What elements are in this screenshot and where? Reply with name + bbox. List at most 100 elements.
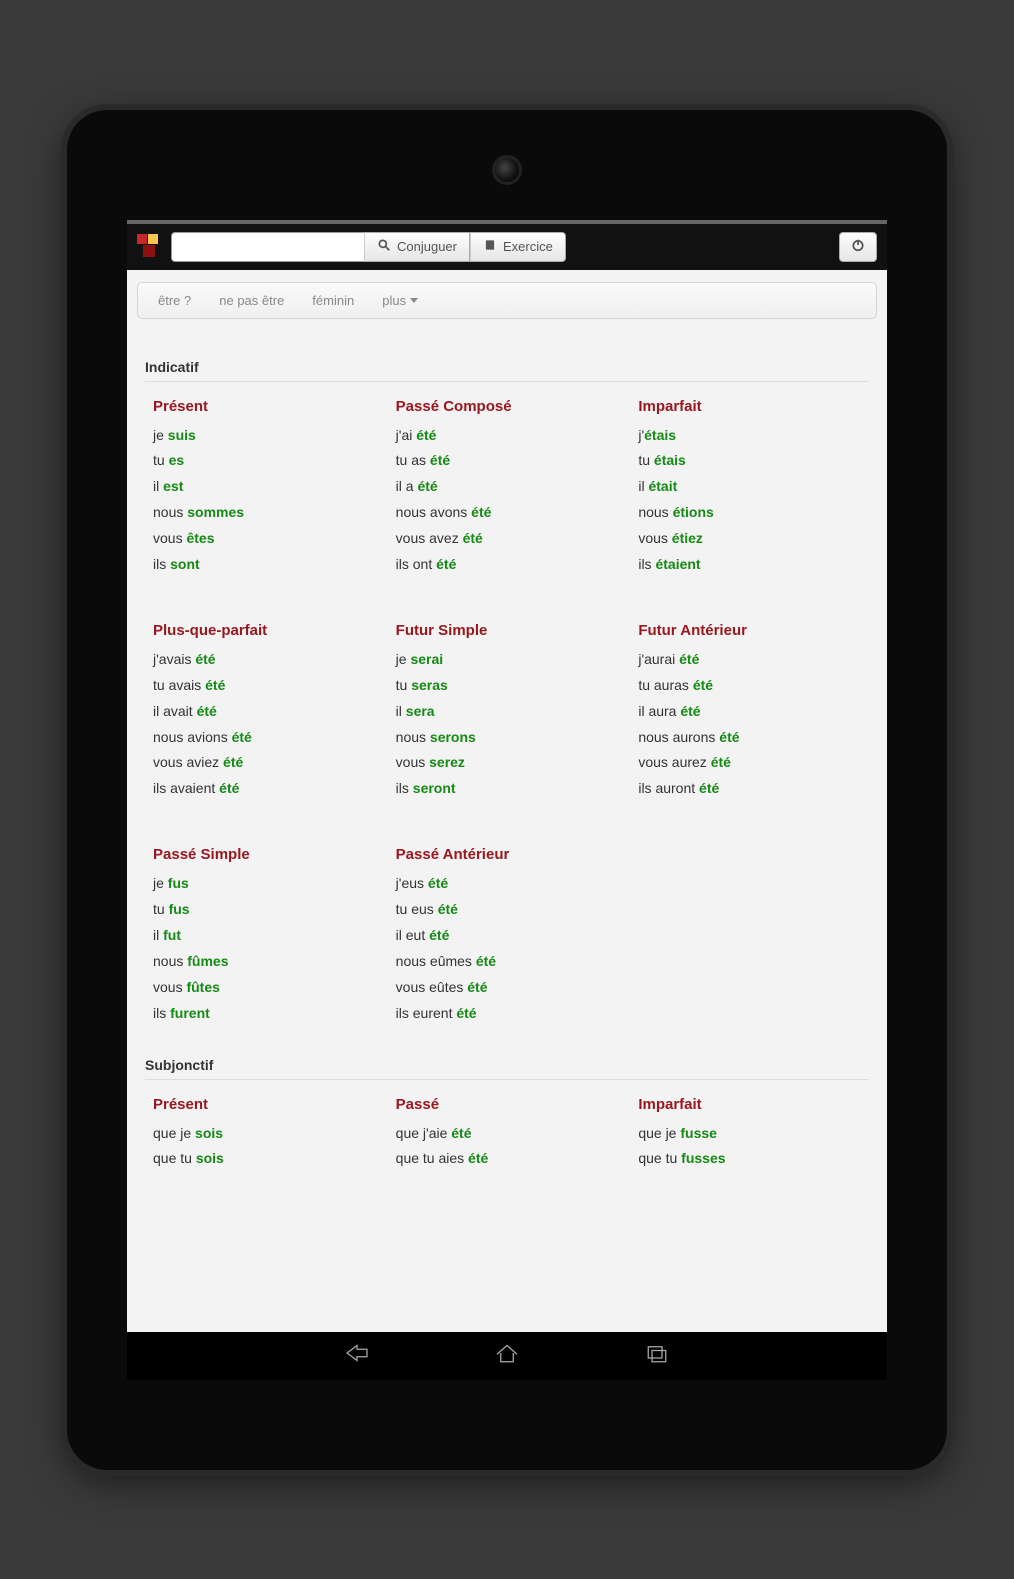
conjugation-line: tu étais — [638, 448, 861, 474]
conjugation-line: ils avaient été — [153, 776, 376, 802]
conjugation-line: tu auras été — [638, 673, 861, 699]
conjugation-line: vous êtes — [153, 526, 376, 552]
tense-block: Passé Simpleje fustu fusil futnous fûmes… — [153, 846, 376, 1026]
pronoun-aux: il — [396, 703, 406, 719]
verb-form: fus — [168, 875, 189, 891]
verb-form: seront — [413, 780, 456, 796]
conjugation-line: que tu fusses — [638, 1146, 861, 1172]
toolbar-item-0[interactable]: être ? — [144, 283, 205, 318]
verb-form: été — [436, 556, 456, 572]
conjugation-line: ils auront été — [638, 776, 861, 802]
android-navbar — [127, 1332, 887, 1380]
pronoun-aux: que tu aies — [396, 1150, 468, 1166]
verb-form: sera — [406, 703, 435, 719]
mood-heading: Subjonctif — [145, 1027, 869, 1080]
toolbar-item-label: plus — [382, 293, 406, 308]
conjugation-line: tu es — [153, 448, 376, 474]
conjugation-line: vous aurez été — [638, 750, 861, 776]
pronoun-aux: vous aviez — [153, 754, 223, 770]
exercise-button[interactable]: Exercice — [470, 232, 566, 262]
verb-form: été — [428, 875, 448, 891]
pronoun-aux: vous aurez — [638, 754, 710, 770]
conjugation-line: je suis — [153, 423, 376, 449]
back-icon — [342, 1338, 372, 1373]
pronoun-aux: vous avez — [396, 530, 463, 546]
search-input[interactable] — [171, 232, 364, 262]
conjugation-line: j'eus été — [396, 871, 619, 897]
verb-form: été — [680, 703, 700, 719]
conjugation-line: il est — [153, 474, 376, 500]
toolbar-item-2[interactable]: féminin — [298, 283, 368, 318]
conjugation-line: tu fus — [153, 897, 376, 923]
chevron-down-icon — [410, 298, 418, 303]
toolbar-item-3[interactable]: plus — [368, 283, 432, 318]
pronoun-aux: j'aurai — [638, 651, 679, 667]
pronoun-aux: vous — [638, 530, 671, 546]
conjugate-button[interactable]: Conjuguer — [364, 232, 470, 262]
conjugation-line: j'aurai été — [638, 647, 861, 673]
tense-title: Plus-que-parfait — [153, 622, 376, 639]
tense-title: Futur Antérieur — [638, 622, 861, 639]
conjugation-line: nous serons — [396, 725, 619, 751]
conjugation-line: j'ai été — [396, 423, 619, 449]
verb-form: été — [219, 780, 239, 796]
screen: Conjuguer Exercice être ?ne p — [127, 220, 887, 1380]
power-button[interactable] — [839, 232, 877, 262]
tablet-frame: Conjuguer Exercice être ?ne p — [67, 110, 947, 1470]
toolbar-item-label: féminin — [312, 293, 354, 308]
pronoun-aux: nous — [153, 953, 187, 969]
tense-title: Passé Antérieur — [396, 846, 619, 863]
pronoun-aux: tu — [396, 677, 412, 693]
verb-form: es — [169, 452, 185, 468]
home-icon — [492, 1338, 522, 1373]
conjugation-line: ils ont été — [396, 552, 619, 578]
verb-form: été — [476, 953, 496, 969]
conjugation-line: que je fusse — [638, 1121, 861, 1147]
tense-block: Présentque je soisque tu sois — [153, 1096, 376, 1173]
verb-form: serez — [429, 754, 465, 770]
conjugation-line: j'avais été — [153, 647, 376, 673]
conjugation-line: que je sois — [153, 1121, 376, 1147]
pronoun-aux: que je — [153, 1125, 195, 1141]
pronoun-aux: ils ont — [396, 556, 436, 572]
pronoun-aux: j'avais — [153, 651, 195, 667]
conjugation-line: tu avais été — [153, 673, 376, 699]
pronoun-aux: je — [396, 651, 411, 667]
mood-heading: Indicatif — [145, 329, 869, 382]
tense-grid: Présentje suistu esil estnous sommesvous… — [145, 398, 869, 1027]
pronoun-aux: tu as — [396, 452, 430, 468]
pronoun-aux: il eut — [396, 927, 429, 943]
verb-form: fut — [163, 927, 181, 943]
search-group: Conjuguer Exercice — [171, 232, 566, 262]
verb-form: fusses — [681, 1150, 725, 1166]
verb-form: été — [711, 754, 731, 770]
toolbar-item-1[interactable]: ne pas être — [205, 283, 298, 318]
verb-form: fus — [169, 901, 190, 917]
verb-form: été — [197, 703, 217, 719]
pronoun-aux: tu — [153, 901, 169, 917]
pronoun-aux: que je — [638, 1125, 680, 1141]
conjugation-line: vous eûtes été — [396, 975, 619, 1001]
conjugation-line: nous aurons été — [638, 725, 861, 751]
tense-title: Passé — [396, 1096, 619, 1113]
pronoun-aux: nous — [396, 729, 430, 745]
verb-form: été — [468, 1150, 488, 1166]
app-logo-icon[interactable] — [137, 234, 163, 260]
recents-button[interactable] — [642, 1338, 672, 1373]
back-button[interactable] — [342, 1338, 372, 1373]
pronoun-aux: tu auras — [638, 677, 692, 693]
top-toolbar: Conjuguer Exercice — [127, 220, 887, 270]
pronoun-aux: que tu — [153, 1150, 196, 1166]
verb-form: étaient — [655, 556, 700, 572]
pronoun-aux: que tu — [638, 1150, 681, 1166]
verb-form: furent — [170, 1005, 210, 1021]
verb-form: été — [430, 452, 450, 468]
conjugation-line: il a été — [396, 474, 619, 500]
recents-icon — [642, 1338, 672, 1373]
content-scroll[interactable]: IndicatifPrésentje suistu esil estnous s… — [127, 319, 887, 1332]
pronoun-aux: que j'aie — [396, 1125, 452, 1141]
home-button[interactable] — [492, 1338, 522, 1373]
book-icon — [483, 238, 497, 255]
verb-form: serai — [410, 651, 443, 667]
tense-title: Présent — [153, 1096, 376, 1113]
